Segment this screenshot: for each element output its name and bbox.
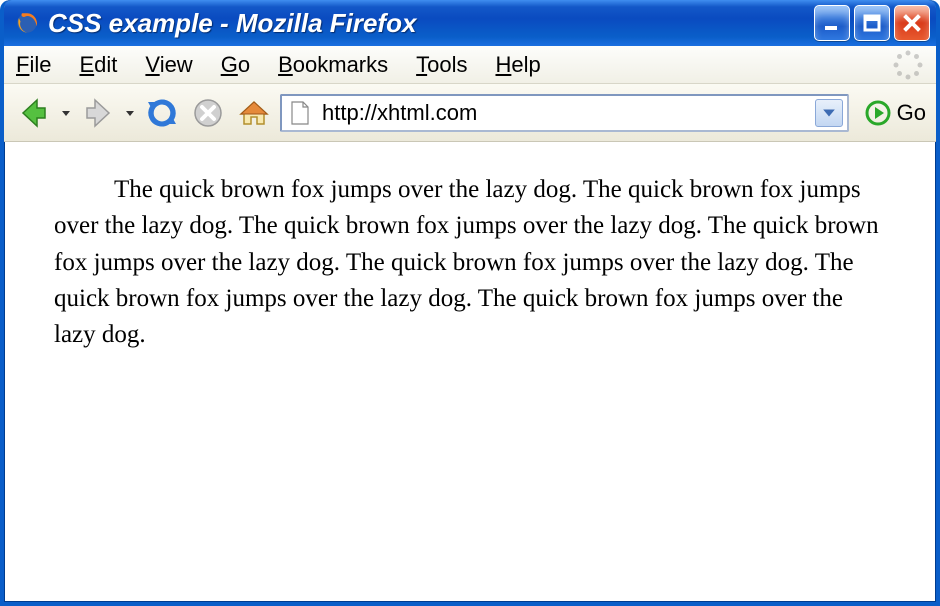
go-icon	[865, 100, 891, 126]
go-label: Go	[897, 100, 926, 126]
menu-help[interactable]: Help	[495, 52, 540, 78]
go-button[interactable]: Go	[865, 100, 926, 126]
firefox-icon	[14, 10, 40, 36]
menu-file[interactable]: File	[16, 52, 51, 78]
window-controls	[814, 5, 930, 41]
maximize-button[interactable]	[854, 5, 890, 41]
back-history-dropdown[interactable]	[60, 93, 72, 133]
browser-window: CSS example - Mozilla Firefox File Edit …	[0, 0, 940, 606]
url-input[interactable]	[320, 99, 809, 127]
minimize-button[interactable]	[814, 5, 850, 41]
home-button[interactable]	[234, 93, 274, 133]
forward-history-dropdown[interactable]	[124, 93, 136, 133]
forward-button[interactable]	[78, 93, 118, 133]
navigation-toolbar: Go	[4, 84, 936, 142]
window-title: CSS example - Mozilla Firefox	[48, 8, 814, 39]
address-bar[interactable]	[280, 94, 849, 132]
menu-bar: File Edit View Go Bookmarks Tools Help	[4, 46, 936, 84]
page-content: The quick brown fox jumps over the lazy …	[4, 142, 936, 373]
title-bar[interactable]: CSS example - Mozilla Firefox	[4, 0, 936, 46]
menu-view[interactable]: View	[145, 52, 192, 78]
back-button[interactable]	[14, 93, 54, 133]
menu-go[interactable]: Go	[221, 52, 250, 78]
reload-button[interactable]	[142, 93, 182, 133]
body-paragraph: The quick brown fox jumps over the lazy …	[54, 172, 886, 353]
menu-edit[interactable]: Edit	[79, 52, 117, 78]
close-button[interactable]	[894, 5, 930, 41]
activity-indicator-icon	[892, 49, 924, 81]
menu-bookmarks[interactable]: Bookmarks	[278, 52, 388, 78]
url-history-dropdown[interactable]	[815, 99, 843, 127]
page-icon	[290, 101, 310, 125]
stop-button[interactable]	[188, 93, 228, 133]
menu-tools[interactable]: Tools	[416, 52, 467, 78]
